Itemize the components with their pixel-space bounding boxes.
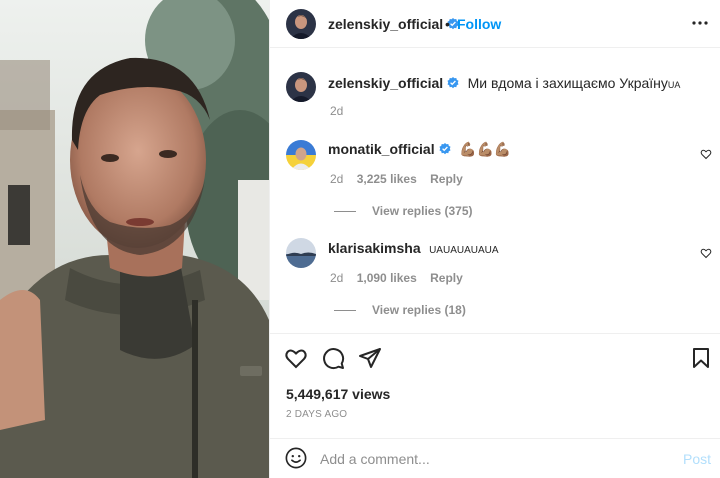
- post-video[interactable]: [0, 0, 269, 478]
- replies-line: [334, 310, 356, 312]
- comment-likes[interactable]: 1,090 likes: [357, 271, 417, 285]
- comment-row-1: monatik_official 💪🏽💪🏽💪🏽: [328, 141, 511, 159]
- reply-button[interactable]: Reply: [430, 172, 463, 186]
- author-username-text[interactable]: zelenskiy_official: [328, 16, 443, 32]
- more-options-icon[interactable]: [691, 14, 709, 32]
- video-frame: [0, 0, 269, 478]
- caption-flag: UA: [667, 80, 681, 90]
- caption-text: Ми вдома і захищаємо Україну: [467, 75, 668, 91]
- comment-composer: Post: [270, 438, 720, 478]
- commenter-avatar[interactable]: [286, 140, 316, 170]
- comment-text: 💪🏽💪🏽💪🏽: [459, 141, 512, 157]
- comment-age[interactable]: 2d: [330, 172, 343, 186]
- caption-author-avatar[interactable]: [286, 72, 316, 102]
- like-heart-icon[interactable]: [284, 346, 308, 370]
- comment-username[interactable]: monatik_official: [328, 141, 435, 157]
- separator-dot: •: [445, 16, 450, 32]
- view-replies-button[interactable]: View replies (18): [334, 303, 466, 317]
- like-comment-heart-icon[interactable]: [700, 247, 712, 259]
- like-comment-heart-icon[interactable]: [700, 148, 712, 160]
- replies-line: [334, 211, 356, 213]
- comment-input[interactable]: [320, 449, 650, 469]
- comment-age[interactable]: 2d: [330, 271, 343, 285]
- post-panel: zelenskiy_official • Follow zelenskiy_of…: [269, 0, 720, 478]
- post-actions: 5,449,617 views 2 DAYS AGO: [270, 333, 720, 429]
- comment-username[interactable]: klarisakimsha: [328, 240, 421, 256]
- caption-age[interactable]: 2d: [330, 104, 343, 118]
- emoji-icon[interactable]: [285, 447, 307, 469]
- verified-badge-icon: [447, 77, 459, 89]
- comment-bubble-icon[interactable]: [321, 346, 345, 370]
- comment-meta-1: 2d 3,225 likes Reply: [330, 172, 463, 186]
- comment-text: UAUAUAUAUA: [429, 245, 499, 256]
- post-header: zelenskiy_official • Follow: [270, 0, 720, 48]
- comment-row-2: klarisakimsha UAUAUAUAUA: [328, 240, 499, 258]
- author-username[interactable]: zelenskiy_official: [328, 16, 459, 32]
- commenter-avatar[interactable]: [286, 238, 316, 268]
- author-avatar[interactable]: [286, 9, 316, 39]
- caption: zelenskiy_official Ми вдома і захищаємо …: [328, 75, 708, 93]
- view-replies-label[interactable]: View replies (18): [372, 303, 466, 317]
- view-replies-button[interactable]: View replies (375): [334, 204, 473, 218]
- follow-button[interactable]: Follow: [457, 16, 501, 32]
- comment-meta-2: 2d 1,090 likes Reply: [330, 271, 463, 285]
- post-date[interactable]: 2 DAYS AGO: [286, 409, 347, 420]
- post-comment-button[interactable]: Post: [683, 451, 711, 467]
- caption-username[interactable]: zelenskiy_official: [328, 75, 443, 91]
- view-replies-label[interactable]: View replies (375): [372, 204, 473, 218]
- comment-likes[interactable]: 3,225 likes: [357, 172, 417, 186]
- verified-badge-icon: [439, 143, 451, 155]
- view-count[interactable]: 5,449,617 views: [286, 386, 390, 402]
- reply-button[interactable]: Reply: [430, 271, 463, 285]
- share-paper-plane-icon[interactable]: [358, 346, 382, 370]
- save-bookmark-icon[interactable]: [689, 346, 713, 370]
